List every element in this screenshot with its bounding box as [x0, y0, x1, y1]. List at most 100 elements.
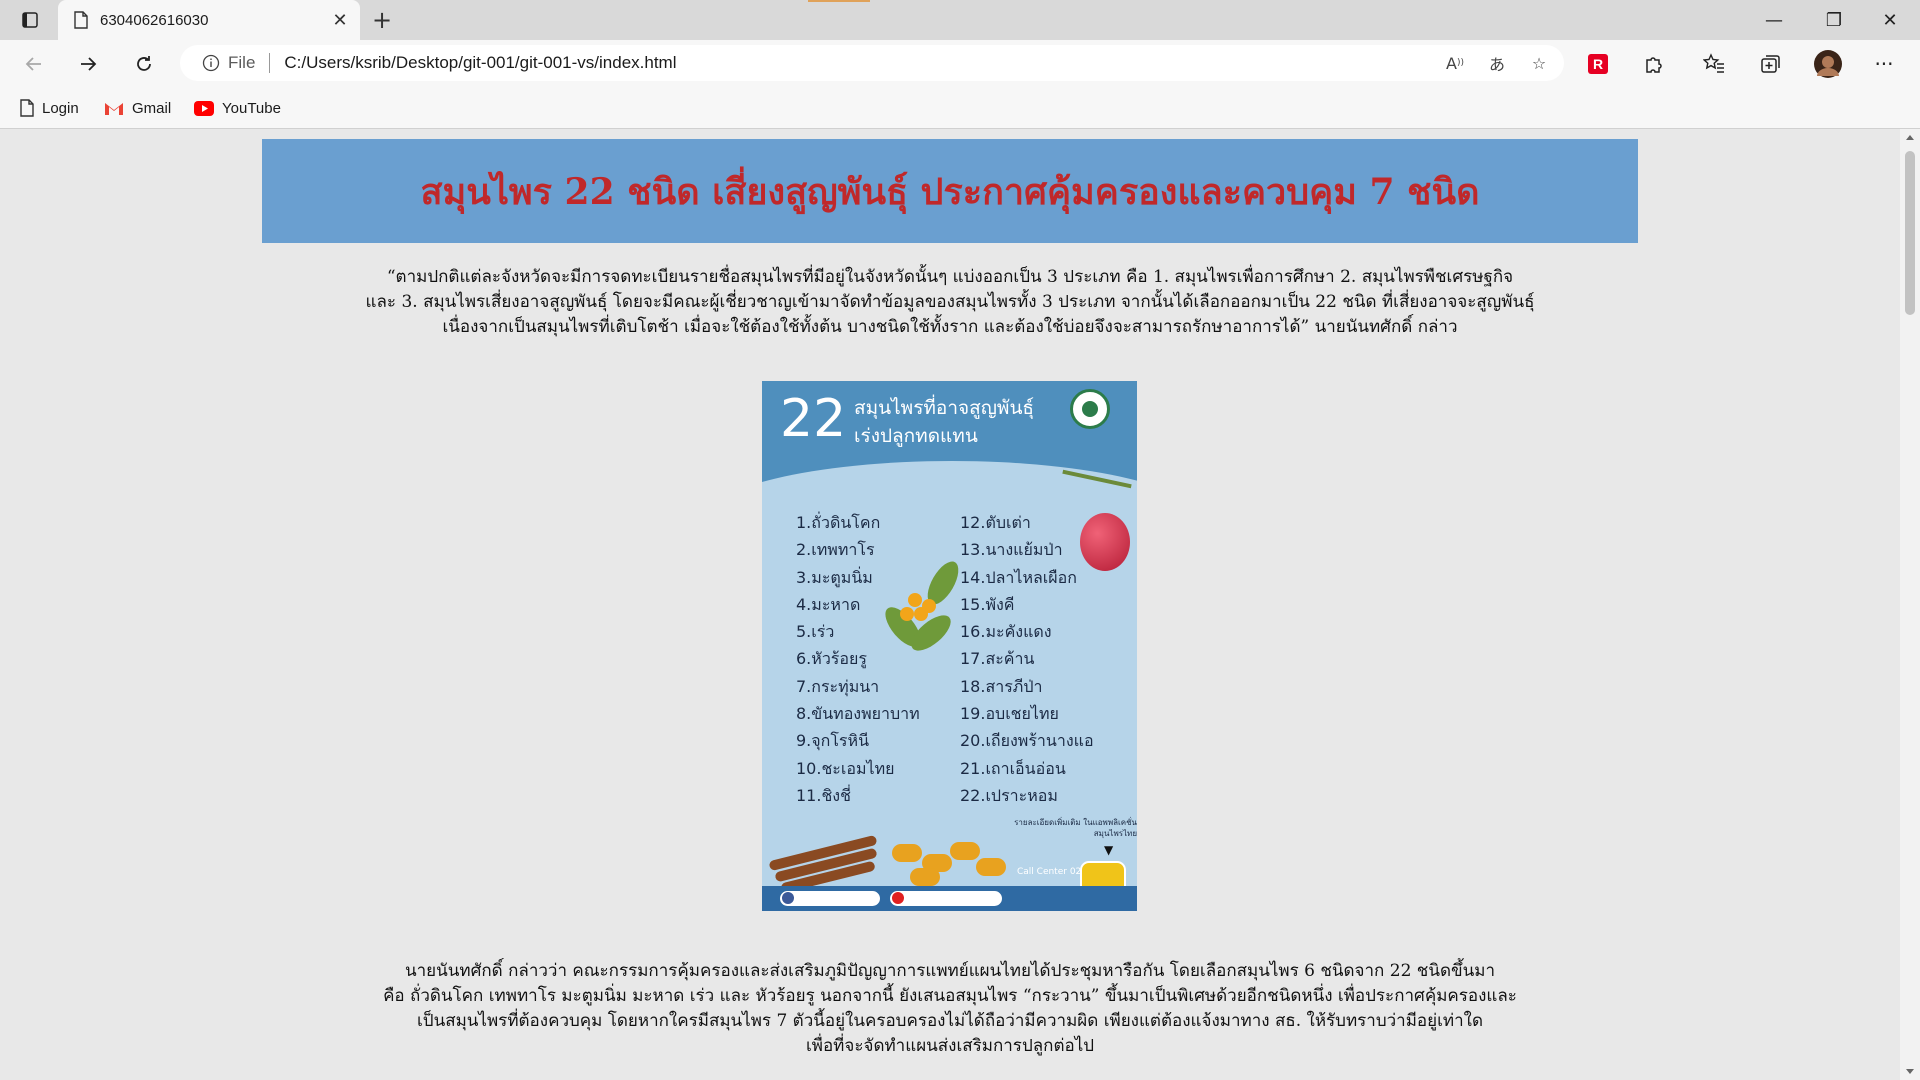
document-icon: [74, 11, 88, 29]
back-button[interactable]: [16, 48, 52, 80]
tab-close-button[interactable]: ✕: [326, 6, 354, 34]
page-icon: [20, 99, 34, 117]
herb-poster-image: 22 สมุนไพรที่อาจสูญพันธุ์ เร่งปลูกทดแทน …: [762, 381, 1137, 911]
translate-icon[interactable]: あ: [1480, 48, 1514, 78]
refresh-button[interactable]: [126, 48, 162, 80]
paragraph-line: “ตามปกติแต่ละจังหวัดจะมีการจดทะเบียนรายช…: [386, 267, 1514, 287]
bookmark-gmail[interactable]: Gmail: [104, 96, 171, 120]
browser-tab[interactable]: 6304062616030 ✕: [58, 0, 360, 40]
bookmark-label: YouTube: [222, 99, 281, 117]
collections-button[interactable]: [1752, 48, 1788, 80]
puzzle-icon: [1646, 57, 1662, 73]
read-aloud-icon[interactable]: A)): [1438, 48, 1472, 78]
minimize-button[interactable]: —: [1746, 0, 1802, 40]
collections-icon: [1761, 55, 1780, 73]
bookmark-youtube[interactable]: YouTube: [194, 96, 281, 120]
avatar: [1814, 50, 1842, 78]
herb-list-item: 2.เทพทาโร: [796, 540, 875, 560]
bookmark-login[interactable]: Login: [20, 96, 79, 120]
gmail-icon: [105, 102, 123, 115]
paragraph-line: เพื่อที่จะจัดทำแผนส่งเสริมการปลูกต่อไป: [805, 1036, 1095, 1056]
paragraph-line: เป็นสมุนไพรที่ต้องควบคุม โดยหากใครมีสมุน…: [417, 1011, 1483, 1031]
scheme-label: File: [228, 53, 256, 72]
turmeric-icon: [892, 844, 922, 862]
herb-list-item: 19.อบเชยไทย: [960, 704, 1059, 724]
ministry-emblem-icon: [1070, 389, 1110, 429]
bookmarks-bar: Login Gmail YouTube: [0, 88, 1920, 129]
paragraph-line: คือ ถั่วดินโคก เทพทาโร มะตูมนิ่ม มะหาด เ…: [383, 986, 1517, 1006]
scroll-down-icon[interactable]: [1906, 1069, 1914, 1074]
page-viewport: สมุนไพร 22 ชนิด เสี่ยงสูญพันธุ์ ประกาศคุ…: [0, 129, 1900, 1080]
facebook-icon: [782, 892, 794, 904]
address-bar[interactable]: File C:/Users/ksrib/Desktop/git-001/git-…: [180, 45, 1564, 81]
forward-arrow-icon: [81, 57, 97, 71]
herb-list-item: 17.สะค้าน: [960, 649, 1035, 669]
more-menu-button[interactable]: ···: [1866, 48, 1902, 80]
herb-list-item: 12.ตับเต่า: [960, 513, 1031, 532]
herb-list-item: 5.เร่ว: [796, 622, 835, 642]
browser-titlebar: 6304062616030 ✕ + — ❐ ✕: [0, 0, 1920, 40]
intro-paragraph: “ตามปกติแต่ละจังหวัดจะมีการจดทะเบียนรายช…: [300, 265, 1600, 340]
herb-list-item: 10.ชะเอมไทย: [796, 758, 895, 778]
herb-list-item: 13.นางแย้มป่า: [960, 540, 1063, 560]
herb-list-item: 14.ปลาไหลเผือก: [960, 567, 1077, 587]
tab-actions-icon: [22, 12, 38, 28]
forward-button[interactable]: [70, 48, 106, 80]
herb-list-item: 15.พังคี: [960, 594, 1015, 614]
herb-list-item: 21.เถาเอ็นอ่อน: [960, 758, 1066, 778]
herb-list-item: 4.มะหาด: [796, 594, 861, 614]
tab-actions-button[interactable]: [10, 6, 50, 34]
poster-number: 22: [780, 389, 847, 449]
scrollbar-thumb[interactable]: [1905, 151, 1915, 315]
herb-list-item: 6.หัวร้อยรู: [796, 649, 867, 669]
vertical-scrollbar[interactable]: [1900, 129, 1920, 1080]
herb-list-right: 12.ตับเต่า 13.นางแย้มป่า 14.ปลาไหลเผือก …: [960, 509, 1094, 809]
herb-list-item: 16.มะคังแดง: [960, 622, 1052, 642]
refresh-icon: [137, 56, 151, 71]
herb-list-left: 1.ถั่วดินโคก 2.เทพทาโร 3.มะตูมนิ่ม 4.มะห…: [796, 509, 920, 809]
herb-list-item: 18.สารภีป่า: [960, 676, 1043, 696]
herb-list-item: 9.จุกโรหินี: [796, 731, 869, 751]
facebook-link-pill: [780, 891, 880, 906]
profile-button[interactable]: [1810, 48, 1846, 80]
header-banner: สมุนไพร 22 ชนิด เสี่ยงสูญพันธุ์ ประกาศคุ…: [262, 139, 1638, 243]
herb-list-item: 8.ขันทองพยาบาท: [796, 704, 920, 724]
ellipsis-icon: ···: [1874, 52, 1894, 76]
poster-subheadline: เร่งปลูกทดแทน: [854, 425, 978, 447]
herb-list-item: 3.มะตูมนิ่ม: [796, 567, 873, 587]
window-close-button[interactable]: ✕: [1862, 0, 1918, 40]
info-icon[interactable]: [202, 54, 220, 72]
extension-r-button[interactable]: R: [1580, 48, 1616, 80]
url-text[interactable]: C:/Users/ksrib/Desktop/git-001/git-001-v…: [284, 53, 1438, 73]
youtube-icon: [194, 100, 214, 116]
herb-list-item: 22.เปราะหอม: [960, 785, 1058, 805]
scroll-up-icon[interactable]: [1906, 135, 1914, 140]
turmeric-icon: [910, 868, 940, 886]
favorites-icon: [1703, 53, 1724, 73]
youtube-icon: [892, 892, 904, 904]
bookmark-label: Gmail: [132, 99, 172, 117]
loading-indicator: [808, 0, 870, 2]
address-separator: [269, 53, 271, 73]
turmeric-icon: [950, 842, 980, 860]
herb-list-item: 11.ชิงชี่: [796, 785, 851, 805]
back-arrow-icon: [25, 57, 41, 71]
page-title: สมุนไพร 22 ชนิด เสี่ยงสูญพันธุ์ ประกาศคุ…: [420, 170, 1480, 213]
paragraph-line: เนื่องจากเป็นสมุนไพรที่เติบโตช้า เมื่อจะ…: [442, 317, 1458, 337]
paragraph-line: นายนันทศักดิ์ กล่าวว่า คณะกรรมการคุ้มครอ…: [405, 961, 1495, 981]
bookmark-label: Login: [42, 99, 79, 117]
herb-list-item: 1.ถั่วดินโคก: [796, 513, 881, 532]
tab-title: 6304062616030: [100, 11, 209, 29]
add-favorite-icon[interactable]: ☆: [1522, 48, 1556, 78]
turmeric-icon: [976, 858, 1006, 876]
poster-headline: สมุนไพรที่อาจสูญพันธุ์: [854, 397, 1035, 419]
restore-button[interactable]: ❐: [1806, 0, 1862, 40]
r-extension-icon: R: [1588, 54, 1608, 74]
new-tab-button[interactable]: +: [368, 6, 396, 34]
favorites-button[interactable]: [1696, 48, 1732, 80]
browser-toolbar: File C:/Users/ksrib/Desktop/git-001/git-…: [0, 40, 1920, 88]
svg-text:R: R: [1593, 56, 1603, 72]
body-paragraph: นายนันทศักดิ์ กล่าวว่า คณะกรรมการคุ้มครอ…: [320, 959, 1580, 1059]
extensions-button[interactable]: [1636, 48, 1672, 80]
youtube-link-pill: [890, 891, 1002, 906]
